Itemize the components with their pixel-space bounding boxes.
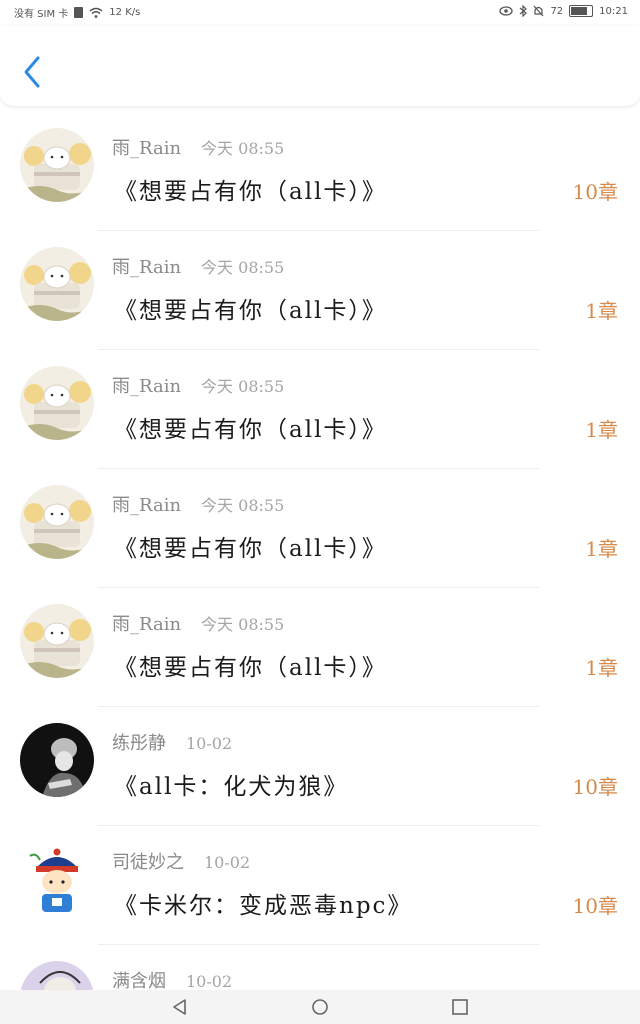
author-name: 雨_Rain bbox=[112, 257, 182, 278]
mute-bell-icon bbox=[533, 5, 544, 17]
wifi-icon bbox=[89, 7, 103, 18]
author-name: 司徒妙之 bbox=[112, 852, 184, 873]
status-right: 72 10:21 bbox=[499, 5, 628, 17]
author-name: 满含烟 bbox=[112, 971, 166, 990]
avatar bbox=[20, 366, 94, 440]
post-time: 今天 08:55 bbox=[201, 258, 285, 277]
author-name: 雨_Rain bbox=[112, 138, 182, 159]
avatar bbox=[20, 128, 94, 202]
list-item[interactable]: 雨_Rain 今天 08:55 《想要占有你（all卡）》 1章 bbox=[0, 231, 640, 350]
post-time: 10-02 bbox=[186, 734, 233, 753]
post-time: 今天 08:55 bbox=[201, 139, 285, 158]
avatar bbox=[20, 247, 94, 321]
author-name: 雨_Rain bbox=[112, 376, 182, 397]
cartoon-official-icon bbox=[20, 842, 94, 916]
row-meta: 雨_Rain 今天 08:55 bbox=[112, 610, 284, 636]
work-title: 《想要占有你（all卡）》 bbox=[114, 655, 387, 681]
post-time: 今天 08:55 bbox=[201, 377, 285, 396]
list-item[interactable]: 雨_Rain 今天 08:55 《想要占有你（all卡）》 1章 bbox=[0, 469, 640, 588]
sim-alert-icon bbox=[74, 7, 84, 18]
cake-bunny-icon bbox=[20, 128, 94, 202]
work-title: 《想要占有你（all卡）》 bbox=[114, 417, 387, 443]
system-nav-bar bbox=[0, 990, 640, 1024]
nav-back-icon[interactable] bbox=[170, 997, 190, 1017]
eye-icon bbox=[499, 6, 514, 16]
nav-recents-icon[interactable] bbox=[450, 997, 470, 1017]
cake-bunny-icon bbox=[20, 366, 94, 440]
chapter-count: 10章 bbox=[572, 775, 618, 799]
cake-bunny-icon bbox=[20, 485, 94, 559]
battery-percent: 72 bbox=[550, 5, 564, 17]
work-title: 《想要占有你（all卡）》 bbox=[114, 536, 387, 562]
list-item[interactable]: 雨_Rain 今天 08:55 《想要占有你（all卡）》 1章 bbox=[0, 588, 640, 707]
post-time: 10-02 bbox=[186, 972, 233, 990]
row-meta: 雨_Rain 今天 08:55 bbox=[112, 253, 284, 279]
chapter-count: 1章 bbox=[585, 537, 618, 561]
row-meta: 雨_Rain 今天 08:55 bbox=[112, 372, 284, 398]
work-title: 《all卡：化犬为狼》 bbox=[114, 774, 349, 800]
status-left: 没有 SIM 卡 12 K/s bbox=[14, 5, 140, 20]
post-time: 今天 08:55 bbox=[201, 615, 285, 634]
work-title: 《想要占有你（all卡）》 bbox=[114, 298, 387, 324]
list-item[interactable]: 雨_Rain 今天 08:55 《想要占有你（all卡）》 10章 bbox=[0, 112, 640, 231]
post-time: 10-02 bbox=[204, 853, 251, 872]
chapter-count: 1章 bbox=[585, 299, 618, 323]
author-name: 雨_Rain bbox=[112, 614, 182, 635]
row-meta: 雨_Rain 今天 08:55 bbox=[112, 491, 284, 517]
avatar bbox=[20, 485, 94, 559]
list-item[interactable]: 司徒妙之 10-02 《卡米尔：变成恶毒npc》 10章 bbox=[0, 826, 640, 945]
avatar bbox=[20, 842, 94, 916]
cake-bunny-icon bbox=[20, 604, 94, 678]
chapter-count: 10章 bbox=[572, 894, 618, 918]
status-bar: 没有 SIM 卡 12 K/s 72 10:21 bbox=[0, 0, 640, 24]
work-title: 《想要占有你（all卡）》 bbox=[114, 179, 387, 205]
cake-bunny-icon bbox=[20, 247, 94, 321]
row-meta: 练彤静 10-02 bbox=[112, 729, 232, 755]
row-meta: 满含烟 10-02 bbox=[112, 967, 232, 990]
post-time: 今天 08:55 bbox=[201, 496, 285, 515]
clock: 10:21 bbox=[599, 5, 628, 17]
list-item[interactable]: 雨_Rain 今天 08:55 《想要占有你（all卡）》 1章 bbox=[0, 350, 640, 469]
carrier-text: 没有 SIM 卡 bbox=[14, 9, 69, 20]
chapter-count: 1章 bbox=[585, 656, 618, 680]
dark-portrait-icon bbox=[20, 723, 94, 797]
list-item[interactable]: 满含烟 10-02 bbox=[0, 945, 640, 990]
list-item[interactable]: 练彤静 10-02 《all卡：化犬为狼》 10章 bbox=[0, 707, 640, 826]
battery-icon bbox=[569, 5, 594, 17]
back-arrow-icon[interactable] bbox=[18, 52, 48, 92]
author-name: 练彤静 bbox=[112, 733, 166, 754]
chapter-count: 10章 bbox=[572, 180, 618, 204]
work-list: 雨_Rain 今天 08:55 《想要占有你（all卡）》 10章 雨_Rain… bbox=[0, 112, 640, 990]
row-meta: 司徒妙之 10-02 bbox=[112, 848, 250, 874]
avatar bbox=[20, 961, 94, 990]
header bbox=[0, 26, 640, 106]
nav-home-icon[interactable] bbox=[310, 997, 330, 1017]
bluetooth-icon bbox=[520, 5, 528, 17]
work-title: 《卡米尔：变成恶毒npc》 bbox=[114, 893, 413, 919]
avatar bbox=[20, 604, 94, 678]
author-name: 雨_Rain bbox=[112, 495, 182, 516]
row-meta: 雨_Rain 今天 08:55 bbox=[112, 134, 284, 160]
purple-portrait-icon bbox=[20, 961, 94, 990]
avatar bbox=[20, 723, 94, 797]
chapter-count: 1章 bbox=[585, 418, 618, 442]
network-speed: 12 K/s bbox=[109, 7, 141, 18]
